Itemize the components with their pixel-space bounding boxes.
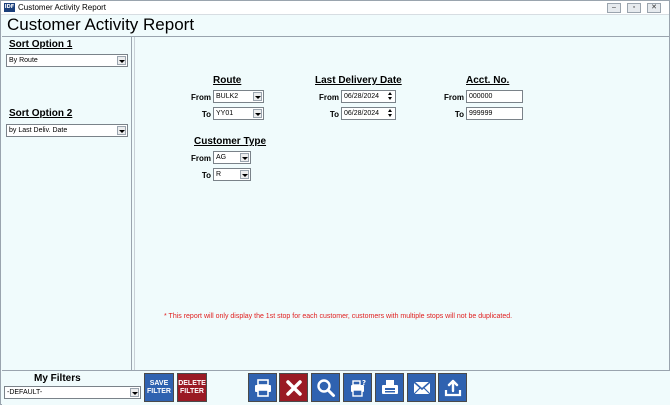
- page-title: Customer Activity Report: [7, 15, 195, 34]
- close-window-button[interactable]: ✕: [647, 3, 661, 13]
- delivery-from-date-field[interactable]: 06/28/2024: [341, 90, 396, 103]
- pane-divider: [134, 37, 135, 370]
- delivery-to-value: 06/28/2024: [344, 110, 380, 117]
- route-to-value: YY01: [216, 110, 234, 117]
- maximize-button[interactable]: ▫: [627, 3, 641, 13]
- minimize-button[interactable]: –: [607, 3, 621, 13]
- fax-button[interactable]: [375, 373, 404, 402]
- acct-from-field[interactable]: 000000: [466, 90, 523, 103]
- title-bar: IDF Customer Activity Report – ▫ ✕: [1, 1, 669, 15]
- delivery-to-date-field[interactable]: 06/28/2024: [341, 107, 396, 120]
- chevron-down-icon[interactable]: [117, 56, 126, 65]
- delivery-to-label: To: [329, 110, 339, 119]
- export-icon: [444, 379, 461, 396]
- chevron-down-icon[interactable]: [117, 126, 126, 135]
- sort-option-1-select[interactable]: By Route: [6, 54, 128, 67]
- sort-options-pane: [2, 37, 132, 370]
- close-x-icon: [285, 379, 302, 396]
- customer-type-from-label: From: [191, 154, 211, 163]
- date-spinner-icon[interactable]: [387, 109, 394, 118]
- print-button[interactable]: [248, 373, 277, 402]
- route-from-select[interactable]: BULK2: [213, 90, 264, 103]
- sort-option-1-value: By Route: [9, 57, 38, 64]
- chevron-down-icon[interactable]: [253, 92, 262, 101]
- route-from-label: From: [191, 93, 211, 102]
- route-to-select[interactable]: YY01: [213, 107, 264, 120]
- report-window: IDF Customer Activity Report – ▫ ✕ Custo…: [0, 0, 670, 405]
- delete-filter-button[interactable]: DELETE FILTER: [177, 373, 207, 402]
- chevron-down-icon[interactable]: [240, 170, 249, 179]
- customer-type-to-value: R: [216, 171, 222, 178]
- customer-type-to-select[interactable]: R: [213, 168, 251, 181]
- my-filters-value: -DEFAULT-: [7, 389, 43, 396]
- sort-option-1-label: Sort Option 1: [9, 39, 73, 50]
- email-icon: [412, 380, 431, 394]
- my-filters-label: My Filters: [34, 373, 81, 384]
- chevron-down-icon[interactable]: [130, 388, 139, 397]
- cancel-button[interactable]: [279, 373, 308, 402]
- customer-type-from-value: AG: [216, 154, 227, 161]
- fax-icon: [381, 379, 398, 394]
- delivery-from-label: From: [319, 93, 339, 102]
- print-setup-button[interactable]: ?: [343, 373, 372, 402]
- svg-text:?: ?: [362, 379, 366, 387]
- my-filters-select[interactable]: -DEFAULT-: [4, 386, 141, 399]
- customer-type-title: Customer Type: [194, 136, 267, 147]
- chevron-down-icon[interactable]: [253, 109, 262, 118]
- acct-from-label: From: [444, 93, 464, 102]
- customer-type-to-label: To: [201, 171, 211, 180]
- route-to-label: To: [201, 110, 211, 119]
- sort-option-2-select[interactable]: by Last Deliv. Date: [6, 124, 128, 137]
- printer-icon: [254, 378, 271, 397]
- print-settings-icon: ?: [350, 379, 366, 397]
- route-from-value: BULK2: [216, 93, 239, 100]
- route-title: Route: [213, 75, 242, 86]
- report-note: * This report will only display the 1st …: [164, 313, 513, 320]
- sort-option-2-value: by Last Deliv. Date: [9, 127, 68, 134]
- window-title: Customer Activity Report: [18, 3, 107, 12]
- sort-option-2-label: Sort Option 2: [9, 108, 73, 119]
- email-button[interactable]: [407, 373, 436, 402]
- delivery-from-value: 06/28/2024: [344, 93, 380, 100]
- date-spinner-icon[interactable]: [387, 92, 394, 101]
- acct-no-title: Acct. No.: [466, 75, 510, 86]
- chevron-down-icon[interactable]: [240, 153, 249, 162]
- last-delivery-date-title: Last Delivery Date: [315, 75, 402, 86]
- acct-to-field[interactable]: 999999: [466, 107, 523, 120]
- app-logo-icon: IDF: [4, 3, 15, 12]
- customer-type-from-select[interactable]: AG: [213, 151, 251, 164]
- save-filter-button[interactable]: SAVE FILTER: [144, 373, 174, 402]
- export-button[interactable]: [438, 373, 467, 402]
- acct-to-label: To: [454, 110, 464, 119]
- preview-button[interactable]: [311, 373, 340, 402]
- magnifier-icon: [316, 378, 335, 397]
